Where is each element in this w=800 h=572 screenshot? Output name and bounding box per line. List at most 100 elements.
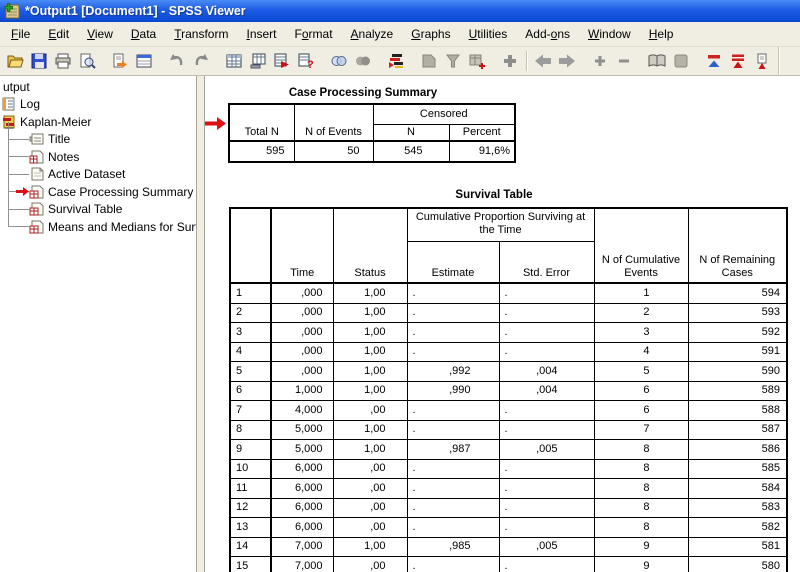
collapse-output-icon[interactable] bbox=[702, 49, 726, 73]
goto-data-icon[interactable] bbox=[222, 49, 246, 73]
survival-table[interactable]: Time Status Cumulative Proportion Surviv… bbox=[229, 207, 788, 572]
tree-item-output-root[interactable]: utput bbox=[3, 78, 30, 95]
table-row: 106,000,00..8585 bbox=[230, 459, 787, 479]
cell: 586 bbox=[688, 440, 787, 460]
navigate-back-icon[interactable] bbox=[531, 49, 555, 73]
censored-group-header: Censored bbox=[373, 104, 515, 124]
cell: ,00 bbox=[333, 479, 407, 499]
table-row: 1,0001,00..1594 bbox=[230, 283, 787, 303]
print-icon[interactable] bbox=[51, 49, 75, 73]
menu-transform[interactable]: Transform bbox=[165, 24, 237, 44]
select-last-output-icon[interactable] bbox=[327, 49, 351, 73]
redo-icon[interactable] bbox=[189, 49, 213, 73]
variables-icon[interactable] bbox=[270, 49, 294, 73]
tree-label: Title bbox=[48, 132, 70, 146]
designate-window-icon[interactable] bbox=[384, 49, 408, 73]
menu-insert[interactable]: Insert bbox=[237, 24, 285, 44]
menu-data[interactable]: Data bbox=[122, 24, 165, 44]
menu-help[interactable]: Help bbox=[640, 24, 683, 44]
tree-item-log[interactable]: Log bbox=[2, 95, 40, 112]
table-row: 95,0001,00,987,0058586 bbox=[230, 440, 787, 460]
hide-icon[interactable] bbox=[669, 49, 693, 73]
deselect-icon[interactable] bbox=[351, 49, 375, 73]
menu-graphs[interactable]: Graphs bbox=[402, 24, 459, 44]
tree-item-notes[interactable]: Notes bbox=[29, 148, 79, 165]
cell: ,004 bbox=[499, 362, 594, 382]
title-bar[interactable]: *Output1 [Document1] - SPSS Viewer bbox=[0, 0, 800, 22]
cell: 1,00 bbox=[333, 342, 407, 362]
table-row: 157,000,00..9580 bbox=[230, 557, 787, 572]
menu-analyze[interactable]: Analyze bbox=[342, 24, 403, 44]
cell: 6,000 bbox=[271, 479, 333, 499]
cell: . bbox=[499, 283, 594, 303]
case-processing-summary-table[interactable]: Total N N of Events Censored N Percent 5… bbox=[228, 103, 516, 163]
tree-item-case-processing-summary[interactable]: Case Processing Summary bbox=[29, 183, 193, 200]
zoom-out-icon[interactable] bbox=[612, 49, 636, 73]
cell: . bbox=[499, 557, 594, 572]
tree-connector bbox=[8, 226, 29, 227]
insert-plus-icon[interactable] bbox=[498, 49, 522, 73]
cell: ,000 bbox=[271, 342, 333, 362]
save-icon[interactable] bbox=[27, 49, 51, 73]
cell: 4 bbox=[594, 342, 688, 362]
menu-file[interactable]: File bbox=[2, 24, 39, 44]
promote-item-icon[interactable] bbox=[750, 49, 774, 73]
tree-label: Active Dataset bbox=[48, 167, 125, 181]
print-preview-icon[interactable] bbox=[75, 49, 99, 73]
cell: 1 bbox=[594, 283, 688, 303]
cell: . bbox=[407, 401, 499, 421]
cell: ,985 bbox=[407, 537, 499, 557]
pane-splitter[interactable] bbox=[197, 76, 205, 572]
menu-utilities[interactable]: Utilities bbox=[460, 24, 517, 44]
insert-table-icon[interactable] bbox=[465, 49, 489, 73]
tree-item-means-medians[interactable]: Means and Medians for Surv bbox=[29, 218, 197, 235]
cell: ,990 bbox=[407, 381, 499, 401]
cell: ,00 bbox=[333, 459, 407, 479]
cell: . bbox=[499, 401, 594, 421]
table-row: 147,0001,00,985,0059581 bbox=[230, 537, 787, 557]
cell: ,00 bbox=[333, 498, 407, 518]
use-variable-sets-icon[interactable]: ? bbox=[294, 49, 318, 73]
cell: . bbox=[499, 459, 594, 479]
cell: 1,00 bbox=[333, 420, 407, 440]
cell: 588 bbox=[688, 401, 787, 421]
cell: . bbox=[499, 479, 594, 499]
tree-item-survival-table[interactable]: Survival Table bbox=[29, 200, 122, 217]
dialog-recall-icon[interactable] bbox=[132, 49, 156, 73]
show-all-icon[interactable] bbox=[645, 49, 669, 73]
app-icon bbox=[4, 3, 20, 19]
open-folder-icon[interactable] bbox=[3, 49, 27, 73]
cell: 4 bbox=[230, 342, 271, 362]
cell: 593 bbox=[688, 303, 787, 323]
menu-window[interactable]: Window bbox=[579, 24, 640, 44]
menu-view[interactable]: View bbox=[78, 24, 122, 44]
cell: 583 bbox=[688, 498, 787, 518]
navigate-forward-icon[interactable] bbox=[555, 49, 579, 73]
cell: ,00 bbox=[333, 401, 407, 421]
cell: ,005 bbox=[499, 440, 594, 460]
export-output-icon[interactable] bbox=[108, 49, 132, 73]
cell: 6,000 bbox=[271, 459, 333, 479]
move-up-icon[interactable] bbox=[726, 49, 750, 73]
goto-case-icon[interactable] bbox=[246, 49, 270, 73]
insert-case-icon[interactable] bbox=[417, 49, 441, 73]
cell: 591 bbox=[688, 342, 787, 362]
tree-item-active-dataset[interactable]: Active Dataset bbox=[29, 165, 125, 182]
tree-item-kaplan-meier[interactable]: Kaplan-Meier bbox=[2, 113, 91, 130]
procedure-icon bbox=[2, 115, 16, 129]
undo-icon[interactable] bbox=[165, 49, 189, 73]
svg-text:?: ? bbox=[307, 59, 314, 70]
cell: 9 bbox=[594, 557, 688, 572]
cell: 7 bbox=[594, 420, 688, 440]
table-row: 595 50 545 91,6% bbox=[229, 141, 515, 162]
zoom-in-icon[interactable] bbox=[588, 49, 612, 73]
column-header: N of Cumulative Events bbox=[594, 208, 688, 283]
menu-addons[interactable]: Add-ons bbox=[516, 24, 579, 44]
goto-variable-icon[interactable] bbox=[441, 49, 465, 73]
cell: 8 bbox=[230, 420, 271, 440]
menu-format[interactable]: Format bbox=[286, 24, 342, 44]
tree-connector bbox=[8, 156, 29, 157]
tree-item-title[interactable]: Title bbox=[29, 130, 70, 147]
menu-edit[interactable]: Edit bbox=[39, 24, 78, 44]
cell: . bbox=[407, 479, 499, 499]
